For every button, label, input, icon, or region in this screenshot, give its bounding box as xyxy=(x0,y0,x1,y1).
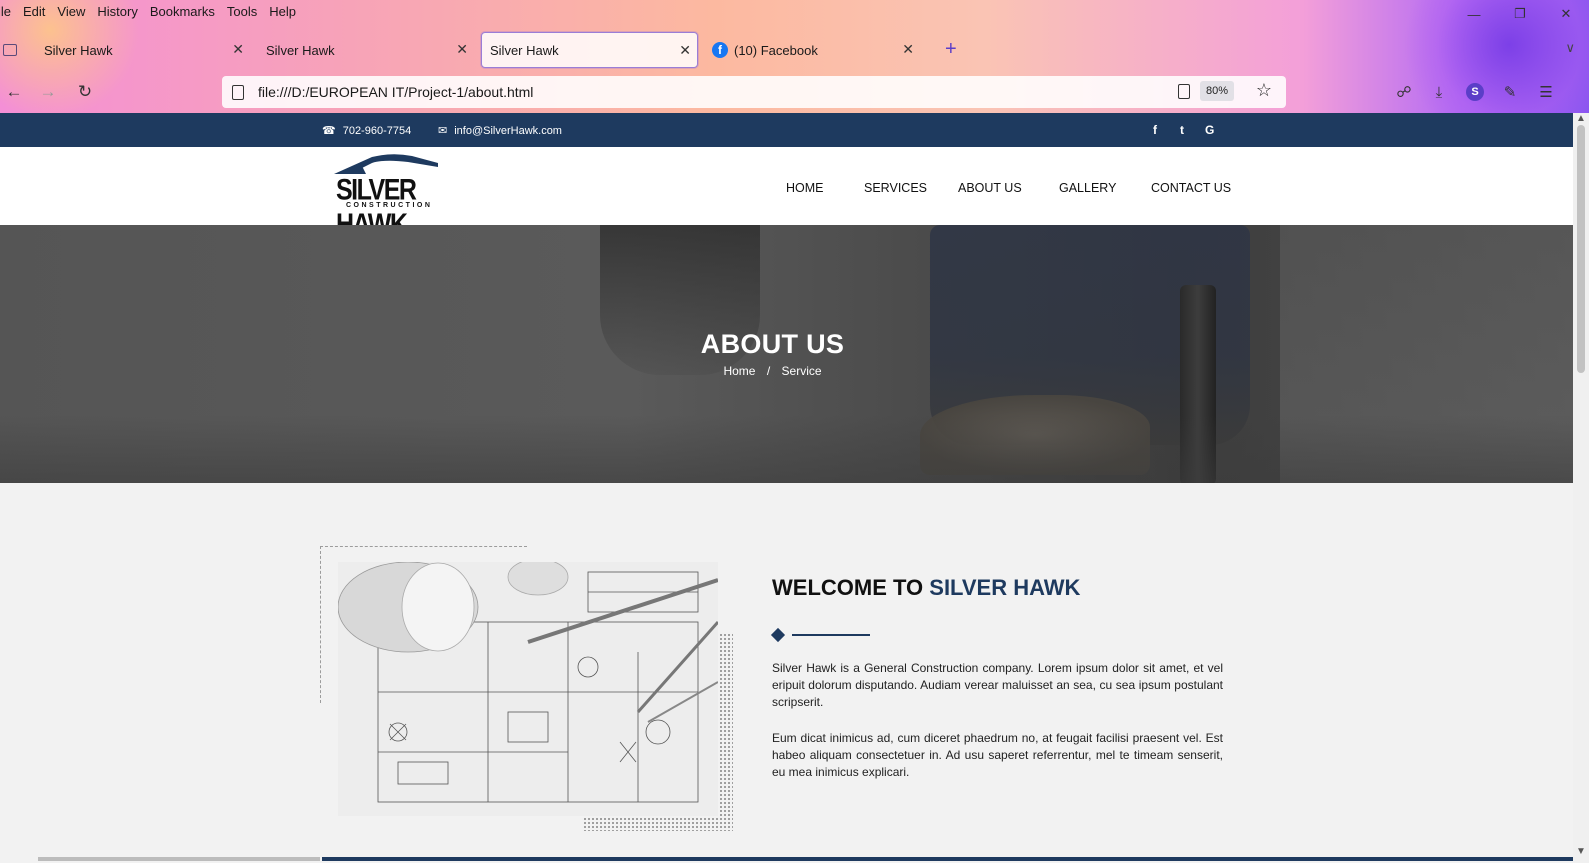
envelope-icon: ✉ xyxy=(438,125,448,137)
tab-silver-hawk-2[interactable]: Silver Hawk ✕ xyxy=(258,32,474,68)
about-section: WELCOME TO SILVER HAWK Silver Hawk is a … xyxy=(0,483,1573,863)
section-edge-decoration xyxy=(322,857,1573,861)
page-title: ABOUT US xyxy=(700,329,845,359)
zoom-level[interactable]: 80% xyxy=(1199,81,1234,101)
restore-icon[interactable]: ❐ xyxy=(1497,0,1543,28)
reload-icon[interactable]: ↻ xyxy=(73,80,97,104)
nav-about-us[interactable]: ABOUT US xyxy=(958,181,1022,195)
breadcrumb-separator: / xyxy=(766,364,771,378)
heading-accent: SILVER HAWK xyxy=(929,575,1081,600)
tab-close-icon[interactable]: ✕ xyxy=(232,41,244,58)
reader-view-icon[interactable] xyxy=(1178,84,1190,99)
phone-icon: ☎ xyxy=(322,125,336,137)
download-icon[interactable]: ⤓ xyxy=(1428,81,1450,103)
profile-avatar[interactable]: S xyxy=(1466,83,1484,101)
forward-arrow-icon[interactable]: → xyxy=(36,80,60,104)
about-paragraph-1: Silver Hawk is a General Construction co… xyxy=(772,661,1223,709)
navigation-toolbar: ← → ↻ file:///D:/EUROPEAN IT/Project-1/a… xyxy=(0,72,1589,112)
banner-background-figure xyxy=(0,415,1573,483)
blueprint-image xyxy=(338,562,718,816)
scroll-up-icon[interactable]: ▲ xyxy=(1576,113,1586,124)
nav-gallery[interactable]: GALLERY xyxy=(1059,181,1116,195)
hamburger-menu-icon[interactable]: ☰ xyxy=(1535,81,1557,103)
scroll-down-icon[interactable]: ▼ xyxy=(1576,846,1586,857)
bookmark-star-icon[interactable]: ☆ xyxy=(1256,80,1272,101)
tab-silver-hawk-1[interactable]: Silver Hawk ✕ xyxy=(36,32,250,68)
menu-tools[interactable]: Tools xyxy=(227,4,257,19)
scrollbar-thumb[interactable] xyxy=(1577,125,1585,373)
page-icon xyxy=(232,84,244,100)
email-contact[interactable]: ✉ info@SilverHawk.com xyxy=(438,124,562,138)
twitter-icon[interactable]: t xyxy=(1180,123,1184,137)
tab-facebook[interactable]: f (10) Facebook ✕ xyxy=(704,32,920,68)
url-text[interactable]: file:///D:/EUROPEAN IT/Project-1/about.h… xyxy=(258,84,533,100)
divider-line xyxy=(792,634,870,636)
nav-home[interactable]: HOME xyxy=(786,181,824,195)
menu-file[interactable]: ile xyxy=(0,4,11,19)
breadcrumb-current: Service xyxy=(781,364,822,378)
page-scrollbar[interactable]: ▲ ▼ xyxy=(1573,113,1589,863)
site-header: SILVER HAWK CONSTRUCTION HOME SERVICES A… xyxy=(0,147,1573,241)
tab-label: (10) Facebook xyxy=(734,42,818,58)
tab-label: Silver Hawk xyxy=(266,42,335,58)
heading-prefix: WELCOME TO xyxy=(772,575,930,600)
tab-close-icon[interactable]: ✕ xyxy=(902,41,914,58)
menu-edit[interactable]: Edit xyxy=(23,4,45,19)
next-section-edge xyxy=(0,848,1573,863)
pocket-icon[interactable]: ☍ xyxy=(1393,81,1415,103)
nav-services[interactable]: SERVICES xyxy=(864,181,927,195)
about-paragraph-2: Eum dicat inimicus ad, cum diceret phaed… xyxy=(772,731,1223,779)
facebook-icon[interactable]: f xyxy=(1153,123,1157,137)
hawk-roof-icon xyxy=(334,154,438,174)
tab-strip: Silver Hawk ✕ Silver Hawk ✕ Silver Hawk … xyxy=(0,32,1589,68)
menu-help[interactable]: Help xyxy=(269,4,296,19)
window-controls: — ❐ ✕ xyxy=(1451,0,1589,28)
heading-divider xyxy=(770,627,872,643)
breadcrumb: Home / Service xyxy=(0,364,1545,378)
page-banner: ABOUT US Home / Service xyxy=(0,225,1573,483)
facebook-icon: f xyxy=(712,42,728,58)
menu-bar: ile Edit View History Bookmarks Tools He… xyxy=(0,0,308,22)
back-arrow-icon[interactable]: ← xyxy=(2,80,26,104)
menu-history[interactable]: History xyxy=(97,4,137,19)
web-page: ☎ 702-960-7754 ✉ info@SilverHawk.com f t… xyxy=(0,113,1573,863)
diamond-icon xyxy=(770,627,786,643)
tab-close-icon[interactable]: ✕ xyxy=(679,42,691,59)
minimize-icon[interactable]: — xyxy=(1451,0,1497,28)
new-tab-button[interactable]: + xyxy=(945,38,957,61)
phone-number: 702-960-7754 xyxy=(342,124,412,137)
logo-subtitle: CONSTRUCTION xyxy=(346,202,433,209)
menu-bookmarks[interactable]: Bookmarks xyxy=(150,4,215,19)
close-window-icon[interactable]: ✕ xyxy=(1543,0,1589,28)
tab-label: Silver Hawk xyxy=(490,42,559,58)
tab-silver-hawk-active[interactable]: Silver Hawk ✕ xyxy=(481,32,698,68)
site-logo[interactable]: SILVER HAWK CONSTRUCTION xyxy=(332,153,440,241)
email-address: info@SilverHawk.com xyxy=(454,124,562,137)
chevron-down-icon[interactable]: ∨ xyxy=(1565,40,1575,56)
tab-label: Silver Hawk xyxy=(44,42,113,58)
extensions-icon[interactable]: ✎ xyxy=(1499,81,1521,103)
nav-contact-us[interactable]: CONTACT US xyxy=(1151,181,1231,195)
menu-view[interactable]: View xyxy=(57,4,85,19)
phone-contact[interactable]: ☎ 702-960-7754 xyxy=(322,124,412,138)
google-icon[interactable]: G xyxy=(1205,123,1214,137)
contact-topbar: ☎ 702-960-7754 ✉ info@SilverHawk.com f t… xyxy=(0,113,1573,147)
breadcrumb-home[interactable]: Home xyxy=(723,364,755,378)
tab-close-icon[interactable]: ✕ xyxy=(456,41,468,58)
address-bar[interactable]: file:///D:/EUROPEAN IT/Project-1/about.h… xyxy=(222,76,1286,108)
browser-chrome: ile Edit View History Bookmarks Tools He… xyxy=(0,0,1589,113)
section-edge-decoration xyxy=(38,857,320,861)
section-heading: WELCOME TO SILVER HAWK xyxy=(772,575,1080,601)
